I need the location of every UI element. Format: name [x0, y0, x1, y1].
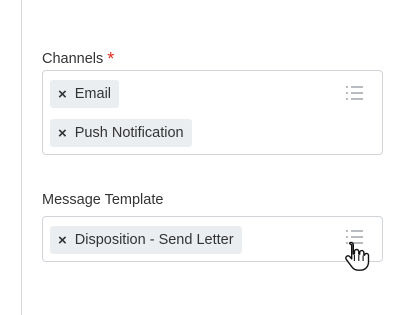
template-pill-disposition: × Disposition - Send Letter: [50, 226, 242, 254]
remove-email-icon[interactable]: ×: [58, 86, 67, 103]
channel-pill-label: Email: [74, 86, 112, 102]
template-pill-label: Disposition - Send Letter: [74, 232, 234, 248]
remove-template-icon[interactable]: ×: [58, 232, 67, 249]
channel-pill-label: Push Notification: [74, 125, 184, 141]
channel-pill-email: × Email: [50, 80, 120, 108]
panel-divider: [21, 0, 22, 315]
message-template-list-icon[interactable]: [344, 228, 364, 246]
channels-list-icon[interactable]: [344, 84, 364, 102]
remove-push-notification-icon[interactable]: ×: [58, 125, 67, 142]
channel-pill-push-notification: × Push Notification: [50, 119, 192, 147]
message-template-field[interactable]: × Disposition - Send Letter: [42, 216, 383, 262]
required-asterisk: *: [107, 49, 115, 69]
message-template-label: Message Template: [42, 192, 164, 208]
form-panel: Channels * × Email × Push Notification Me…: [0, 0, 408, 315]
channels-field[interactable]: × Email × Push Notification: [42, 70, 383, 155]
channels-label-text: Channels: [42, 51, 104, 67]
channels-label: Channels *: [42, 47, 115, 69]
